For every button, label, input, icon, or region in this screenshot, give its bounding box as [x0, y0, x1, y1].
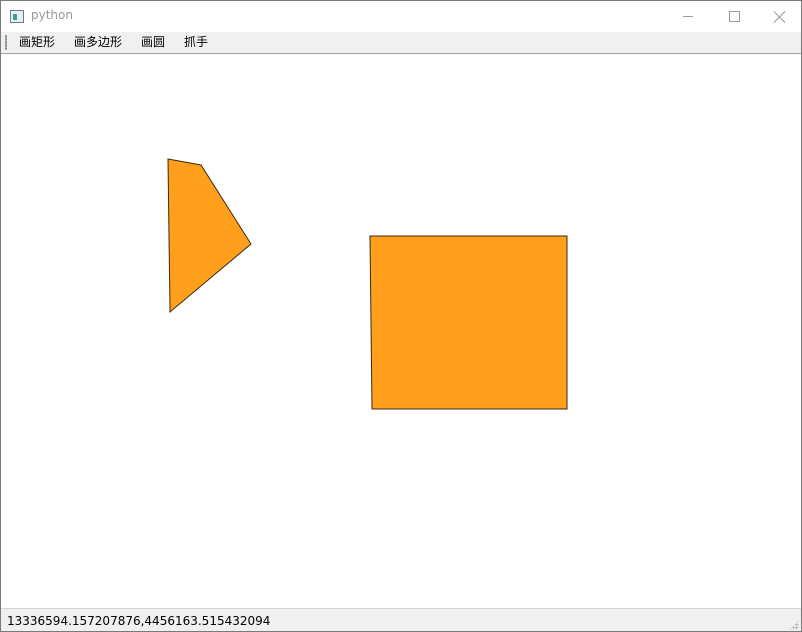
app-window: python 画矩形 画多边形 画圆 抓手 13336594.157207876… — [0, 0, 802, 632]
title-bar[interactable]: python — [1, 1, 801, 32]
close-icon — [774, 11, 786, 23]
toolbar: 画矩形 画多边形 画圆 抓手 — [1, 32, 801, 54]
toolbar-grip-handle[interactable] — [5, 35, 7, 50]
minimize-button[interactable] — [665, 1, 711, 32]
draw-rectangle-button[interactable]: 画矩形 — [19, 34, 55, 51]
draw-polygon-button[interactable]: 画多边形 — [74, 34, 122, 51]
polygon-shape[interactable] — [167, 158, 252, 314]
close-button[interactable] — [757, 1, 801, 32]
resize-grip-icon[interactable] — [789, 620, 799, 630]
window-title: python — [31, 8, 73, 22]
status-bar: 13336594.157207876,4456163.515432094 — [1, 608, 801, 631]
rectangle-shape[interactable] — [369, 235, 568, 410]
cursor-coordinates: 13336594.157207876,4456163.515432094 — [7, 614, 271, 628]
drawing-canvas[interactable] — [1, 54, 801, 608]
draw-circle-button[interactable]: 画圆 — [141, 34, 165, 51]
canvas-svg — [167, 158, 568, 410]
maximize-icon — [728, 11, 740, 22]
minimize-icon — [683, 16, 693, 17]
grab-hand-button[interactable]: 抓手 — [184, 34, 208, 51]
app-window-icon — [10, 10, 24, 23]
maximize-button[interactable] — [711, 1, 757, 32]
